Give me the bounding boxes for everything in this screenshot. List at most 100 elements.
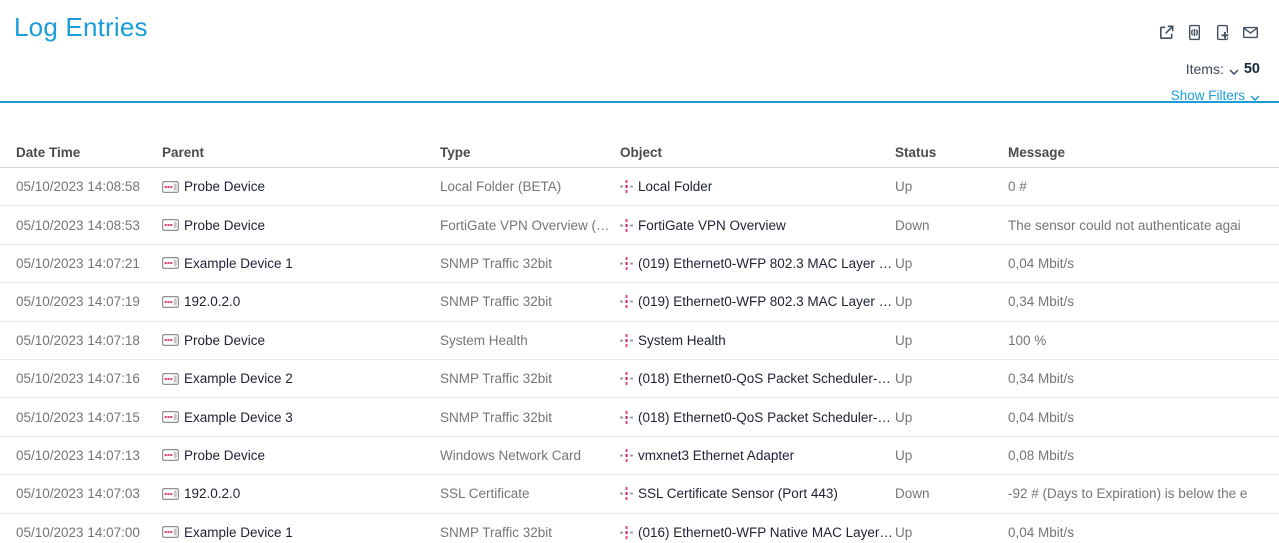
datetime-cell: 05/10/2023 14:08:53	[16, 218, 162, 233]
email-icon[interactable]	[1241, 23, 1260, 42]
object-link[interactable]: SSL Certificate Sensor (Port 443)	[620, 486, 895, 501]
object-name: (018) Ethernet0-QoS Packet Scheduler-…	[638, 371, 891, 386]
sensor-icon	[620, 334, 633, 347]
sensor-icon	[620, 295, 633, 308]
device-icon	[162, 411, 179, 423]
column-header-message[interactable]: Message	[1008, 145, 1279, 160]
table-row: 05/10/2023 14:07:00 Example Device 1 SNM…	[0, 514, 1279, 543]
object-link[interactable]: (019) Ethernet0-WFP 802.3 MAC Layer …	[620, 256, 895, 271]
type-cell: SNMP Traffic 32bit	[440, 371, 620, 386]
object-link[interactable]: Local Folder	[620, 179, 895, 194]
show-filters-toggle[interactable]: Show Filters	[1171, 87, 1260, 104]
column-header-object[interactable]: Object	[620, 145, 895, 160]
add-file-icon[interactable]	[1213, 23, 1232, 42]
message-cell: 0,08 Mbit/s	[1008, 448, 1279, 463]
parent-link[interactable]: Example Device 1	[162, 525, 440, 540]
parent-link[interactable]: Probe Device	[162, 333, 440, 348]
device-icon	[162, 449, 179, 461]
sensor-icon	[620, 526, 633, 539]
message-cell: 100 %	[1008, 333, 1279, 348]
table-row: 05/10/2023 14:07:03 192.0.2.0 SSL Certif…	[0, 475, 1279, 513]
status-cell: Up	[895, 448, 1008, 463]
type-cell: Local Folder (BETA)	[440, 179, 620, 194]
device-icon	[162, 488, 179, 500]
table-row: 05/10/2023 14:07:19 192.0.2.0 SNMP Traff…	[0, 283, 1279, 321]
parent-link[interactable]: Example Device 3	[162, 410, 440, 425]
sensor-icon	[620, 257, 633, 270]
object-name: (019) Ethernet0-WFP 802.3 MAC Layer …	[638, 256, 892, 271]
items-per-page-control[interactable]: Items: 50	[1186, 60, 1260, 78]
column-header-type[interactable]: Type	[440, 145, 620, 160]
table-row: 05/10/2023 14:07:18 Probe Device System …	[0, 322, 1279, 360]
show-filters-label: Show Filters	[1171, 88, 1245, 103]
object-link[interactable]: (018) Ethernet0-QoS Packet Scheduler-…	[620, 410, 895, 425]
device-icon	[162, 257, 179, 269]
chevron-down-icon	[1250, 89, 1260, 104]
table-row: 05/10/2023 14:07:21 Example Device 1 SNM…	[0, 245, 1279, 283]
status-cell: Down	[895, 218, 1008, 233]
sensor-icon	[620, 180, 633, 193]
items-count-value: 50	[1244, 61, 1260, 77]
parent-link[interactable]: Probe Device	[162, 218, 440, 233]
parent-link[interactable]: Probe Device	[162, 179, 440, 194]
object-link[interactable]: vmxnet3 Ethernet Adapter	[620, 448, 895, 463]
parent-name: Probe Device	[184, 448, 265, 463]
datetime-cell: 05/10/2023 14:07:18	[16, 333, 162, 348]
object-link[interactable]: (018) Ethernet0-QoS Packet Scheduler-…	[620, 371, 895, 386]
parent-name: Example Device 3	[184, 410, 293, 425]
message-cell: The sensor could not authenticate agai	[1008, 218, 1279, 233]
type-cell: SNMP Traffic 32bit	[440, 256, 620, 271]
type-cell: SNMP Traffic 32bit	[440, 525, 620, 540]
object-name: (016) Ethernet0-WFP Native MAC Layer…	[638, 525, 893, 540]
object-name: vmxnet3 Ethernet Adapter	[638, 448, 794, 463]
message-cell: 0,34 Mbit/s	[1008, 294, 1279, 309]
parent-name: Probe Device	[184, 218, 265, 233]
type-cell: System Health	[440, 333, 620, 348]
status-cell: Up	[895, 256, 1008, 271]
parent-link[interactable]: 192.0.2.0	[162, 294, 440, 309]
log-table-body: 05/10/2023 14:08:58 Probe Device Local F…	[0, 168, 1279, 543]
object-link[interactable]: (016) Ethernet0-WFP Native MAC Layer…	[620, 525, 895, 540]
xml-export-icon[interactable]	[1185, 23, 1204, 42]
type-cell: SSL Certificate	[440, 486, 620, 501]
object-name: FortiGate VPN Overview	[638, 218, 786, 233]
column-header-datetime[interactable]: Date Time	[16, 145, 162, 160]
type-cell: SNMP Traffic 32bit	[440, 294, 620, 309]
status-cell: Up	[895, 371, 1008, 386]
parent-name: Probe Device	[184, 333, 265, 348]
status-cell: Up	[895, 410, 1008, 425]
column-header-status[interactable]: Status	[895, 145, 1008, 160]
device-icon	[162, 181, 179, 193]
sensor-icon	[620, 487, 633, 500]
message-cell: 0,04 Mbit/s	[1008, 525, 1279, 540]
table-row: 05/10/2023 14:07:16 Example Device 2 SNM…	[0, 360, 1279, 398]
message-cell: 0 #	[1008, 179, 1279, 194]
object-link[interactable]: System Health	[620, 333, 895, 348]
object-name: System Health	[638, 333, 726, 348]
column-header-parent[interactable]: Parent	[162, 145, 440, 160]
datetime-cell: 05/10/2023 14:07:00	[16, 525, 162, 540]
header-toolbar	[1157, 23, 1260, 42]
parent-link[interactable]: Example Device 2	[162, 371, 440, 386]
log-entries-table: Date Time Parent Type Object Status Mess…	[0, 137, 1279, 543]
table-row: 05/10/2023 14:08:58 Probe Device Local F…	[0, 168, 1279, 206]
datetime-cell: 05/10/2023 14:07:15	[16, 410, 162, 425]
datetime-cell: 05/10/2023 14:07:03	[16, 486, 162, 501]
parent-link[interactable]: 192.0.2.0	[162, 486, 440, 501]
external-link-icon[interactable]	[1157, 23, 1176, 42]
sensor-icon	[620, 449, 633, 462]
object-link[interactable]: (019) Ethernet0-WFP 802.3 MAC Layer …	[620, 294, 895, 309]
table-row: 05/10/2023 14:07:15 Example Device 3 SNM…	[0, 398, 1279, 436]
object-link[interactable]: FortiGate VPN Overview	[620, 218, 895, 233]
table-header-row: Date Time Parent Type Object Status Mess…	[0, 137, 1279, 168]
parent-link[interactable]: Example Device 1	[162, 256, 440, 271]
page-header: Log Entries	[0, 0, 1279, 103]
sensor-icon	[620, 219, 633, 232]
status-cell: Up	[895, 333, 1008, 348]
message-cell: 0,04 Mbit/s	[1008, 256, 1279, 271]
datetime-cell: 05/10/2023 14:07:13	[16, 448, 162, 463]
parent-link[interactable]: Probe Device	[162, 448, 440, 463]
object-name: SSL Certificate Sensor (Port 443)	[638, 486, 838, 501]
parent-name: Example Device 1	[184, 256, 293, 271]
parent-name: Example Device 1	[184, 525, 293, 540]
